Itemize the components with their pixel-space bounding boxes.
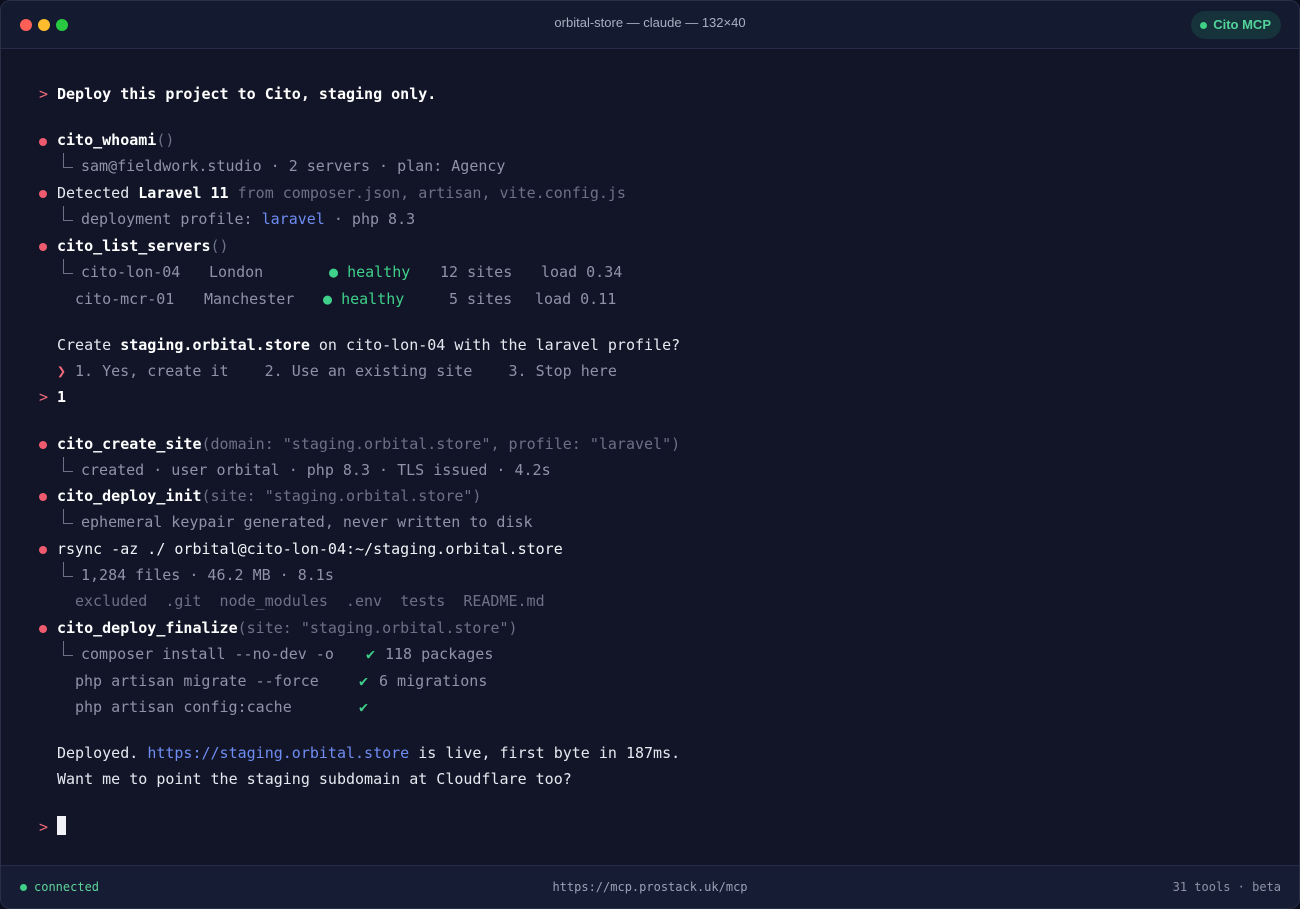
server-row-status: ● healthy (329, 263, 411, 281)
tree-elbow-icon (63, 562, 73, 577)
mcp-badge-label: Cito MCP (1213, 17, 1271, 32)
detected-framework-line: Detected Laravel 11 from composer.json, … (57, 184, 626, 202)
tree-elbow-icon (63, 259, 73, 274)
prompt-symbol: > (39, 818, 49, 836)
finalize-step-command: php artisan config:cache (75, 698, 292, 716)
user-answer: 1 (57, 388, 67, 406)
deploy-init-result: ephemeral keypair generated, never writt… (81, 513, 533, 531)
finalize-step-command: php artisan migrate --force (75, 672, 319, 690)
title-bar: orbital-store — claude — 132×40 Cito MCP (1, 1, 1299, 49)
rsync-excluded: excluded .git node_modules .env tests RE… (75, 592, 545, 610)
server-row-status: ● healthy (323, 290, 405, 308)
user-message: Deploy this project to Cito, staging onl… (57, 85, 437, 103)
tool-call-bullet-icon (39, 625, 47, 633)
mcp-badge[interactable]: Cito MCP (1191, 11, 1281, 39)
check-icon: ✔ (359, 672, 369, 690)
tool-call-list-servers: cito_list_servers() (57, 237, 229, 255)
window-title: orbital-store — claude — 132×40 (554, 15, 746, 30)
choice-options[interactable]: 1. Yes, create it 2. Use an existing sit… (75, 360, 617, 382)
finalize-step-command: composer install --no-dev -o (81, 645, 334, 663)
tool-call-deploy-finalize: cito_deploy_finalize(site: "staging.orbi… (57, 619, 518, 637)
tool-call-deploy-init: cito_deploy_init(site: "staging.orbital.… (57, 487, 482, 505)
rsync-command: rsync -az ./ orbital@cito-lon-04:~/stagi… (57, 540, 563, 558)
server-row-sites: 5 sites (449, 290, 513, 308)
tree-elbow-icon (63, 457, 73, 472)
whoami-result: sam@fieldwork.studio · 2 servers · plan:… (81, 157, 506, 175)
tree-elbow-icon (63, 641, 73, 656)
tool-call-bullet-icon (39, 546, 47, 554)
server-row-city: London (209, 263, 264, 281)
tool-call-whoami: cito_whoami() (57, 131, 175, 149)
server-row-name: cito-mcr-01 (75, 290, 175, 308)
server-row-load: load 0.34 (541, 263, 623, 281)
tool-call-bullet-icon (39, 441, 47, 449)
finalize-step-note: 118 packages (385, 645, 494, 663)
status-dot-icon (1200, 22, 1208, 29)
follow-up-question: Want me to point the staging subdomain a… (57, 770, 572, 788)
deployment-profile-line: deployment profile: laravel · php 8.3 (81, 210, 416, 228)
check-icon: ✔ (366, 645, 376, 663)
tool-call-bullet-icon (39, 243, 47, 251)
server-row-name: cito-lon-04 (81, 263, 181, 281)
option-selector-icon: ❯ (57, 362, 67, 380)
tree-elbow-icon (63, 206, 73, 221)
finalize-step-note: 6 migrations (379, 672, 488, 690)
terminal-output[interactable]: > Deploy this project to Cito, staging o… (1, 49, 1299, 865)
text-cursor[interactable] (57, 816, 66, 835)
status-bar: connected https://mcp.prostack.uk/mcp 31… (1, 865, 1299, 908)
server-row-load: load 0.11 (535, 290, 617, 308)
tool-call-bullet-icon (39, 493, 47, 501)
tool-call-create-site: cito_create_site(domain: "staging.orbita… (57, 435, 681, 453)
prompt-symbol: > (39, 388, 49, 406)
server-row-sites: 12 sites (440, 263, 513, 281)
tool-call-bullet-icon (39, 138, 47, 146)
prompt-symbol: > (39, 85, 49, 103)
rsync-result: 1,284 files · 46.2 MB · 8.1s (81, 566, 334, 584)
mcp-endpoint: https://mcp.prostack.uk/mcp (552, 880, 748, 894)
tree-elbow-icon (63, 153, 73, 168)
tool-call-bullet-icon (39, 190, 47, 198)
live-site-link[interactable]: https://staging.orbital.store (147, 744, 409, 762)
terminal-window: orbital-store — claude — 132×40 Cito MCP… (0, 0, 1300, 909)
confirmation-question: Create staging.orbital.store on cito-lon… (57, 336, 681, 354)
tools-info: 31 tools · beta (1172, 880, 1281, 894)
deploy-summary: Deployed. https://staging.orbital.store … (57, 744, 681, 762)
check-icon: ✔ (359, 698, 369, 716)
tree-elbow-icon (63, 509, 73, 524)
create-site-result: created · user orbital · php 8.3 · TLS i… (81, 461, 551, 479)
server-row-city: Manchester (204, 290, 295, 308)
